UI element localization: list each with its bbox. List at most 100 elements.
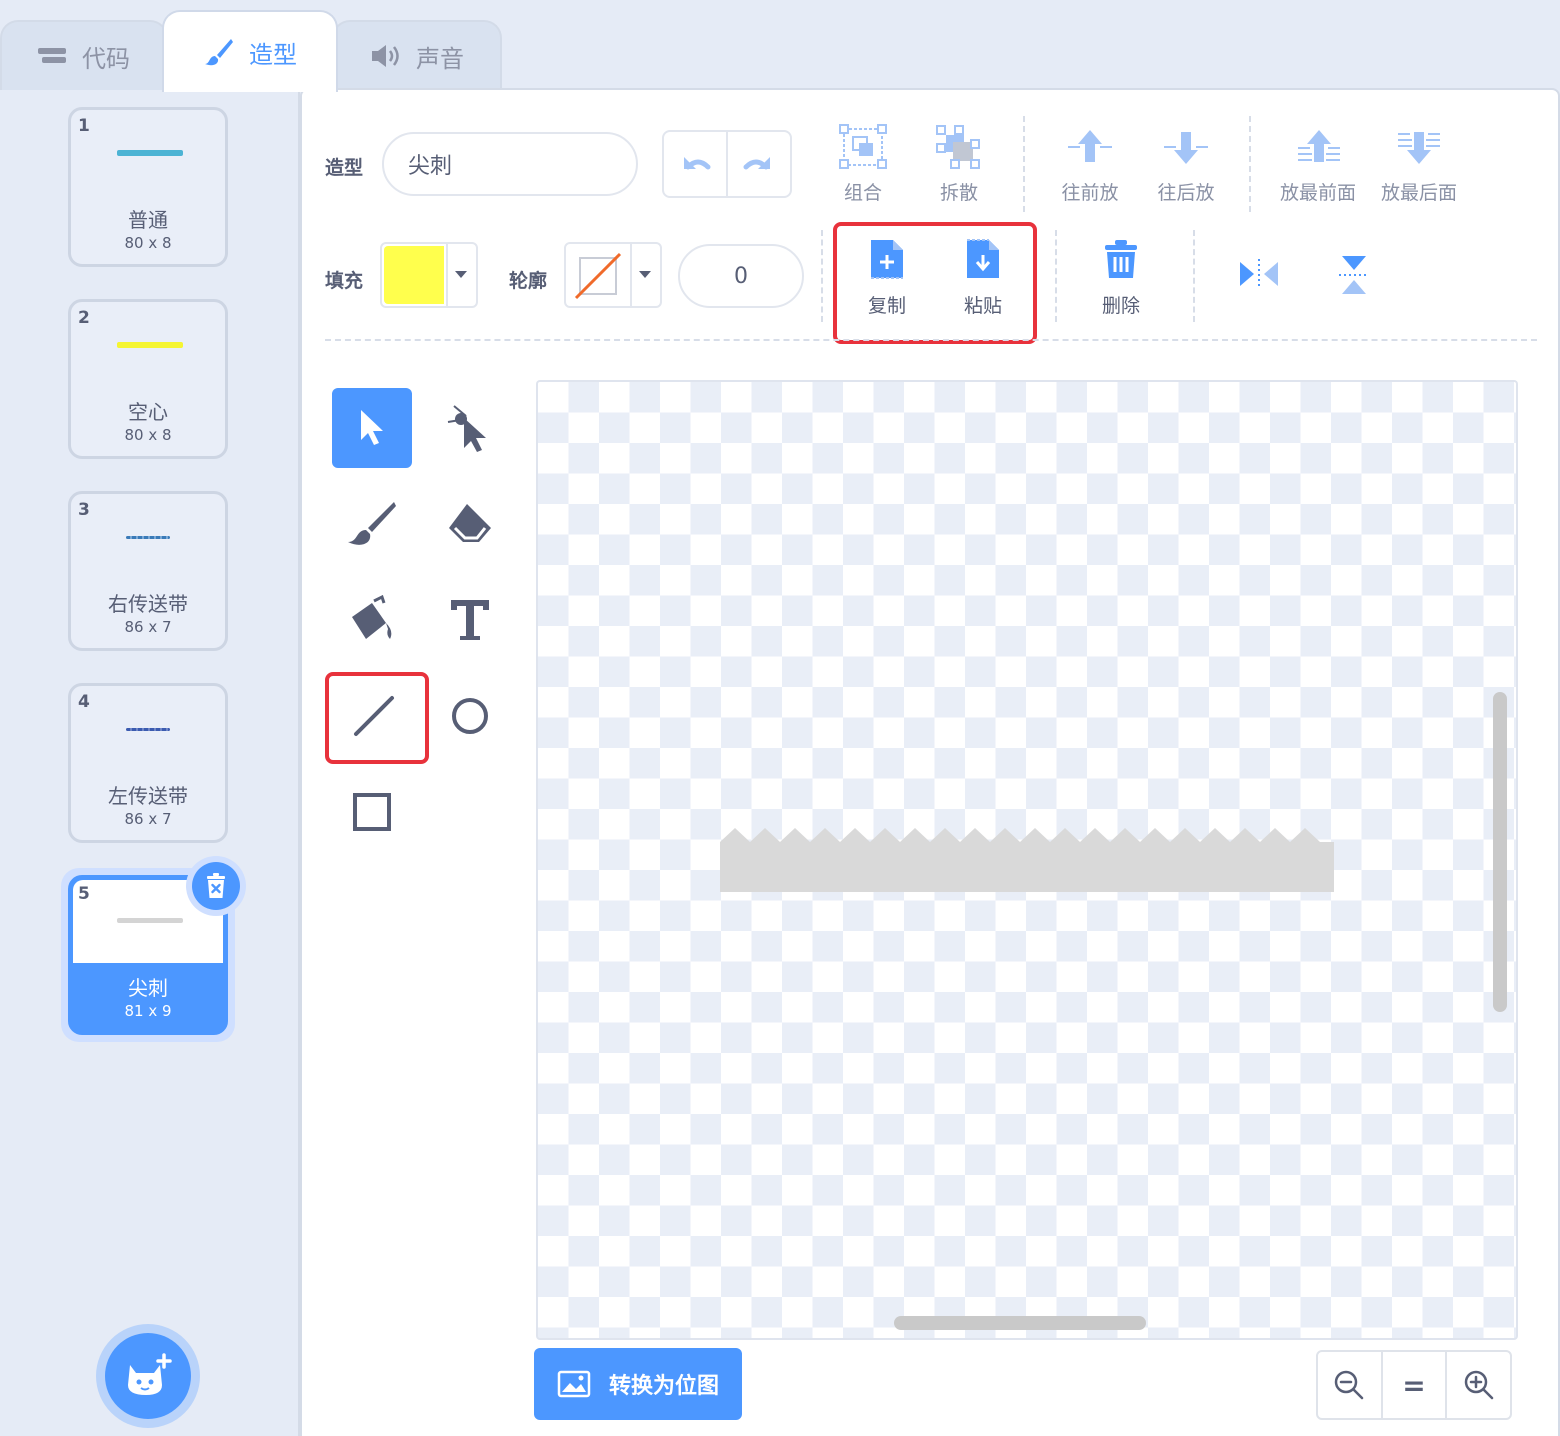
brush-icon	[348, 502, 396, 545]
costume-name: 左传送带	[108, 784, 188, 808]
tab-costumes-label: 造型	[249, 40, 297, 69]
chevron-down-icon	[639, 271, 651, 278]
redo-icon	[743, 157, 770, 170]
costume-item-2[interactable]: 2 空心 80 x 8	[68, 299, 228, 459]
horizontal-scrollbar[interactable]	[894, 1316, 1146, 1330]
select-tool[interactable]	[332, 388, 412, 468]
line-tool[interactable]	[334, 676, 414, 756]
copy-paste-highlight	[833, 222, 1037, 344]
rectangle-icon	[353, 793, 391, 831]
separator	[1023, 116, 1025, 212]
convert-to-bitmap-label: 转换为位图	[608, 1374, 719, 1399]
flip-vertical-button[interactable]	[1338, 254, 1370, 300]
eraser-icon	[449, 504, 491, 542]
costume-name: 右传送带	[108, 592, 188, 616]
circle-tool[interactable]	[430, 676, 510, 756]
trash-icon	[1105, 240, 1137, 278]
zoom-in-button[interactable]	[1447, 1352, 1510, 1418]
tab-costumes[interactable]: 造型	[162, 10, 338, 92]
trash-icon	[207, 873, 225, 898]
costume-name-input[interactable]	[382, 132, 638, 196]
costume-index: 1	[78, 116, 90, 136]
vertical-scrollbar[interactable]	[1493, 692, 1507, 1012]
cat-add-icon	[128, 1353, 172, 1395]
reshape-tool[interactable]	[430, 388, 510, 468]
undo-button[interactable]	[664, 132, 728, 196]
costume-name: 尖刺	[128, 976, 168, 1000]
undo-icon	[684, 157, 711, 170]
fill-label: 填充	[325, 270, 364, 292]
costume-name: 空心	[128, 400, 168, 424]
costume-thumbnail	[117, 150, 183, 156]
zoom-out-icon	[1335, 1370, 1364, 1400]
text-t-icon	[451, 600, 489, 640]
circle-icon	[452, 698, 488, 734]
fill-color-picker[interactable]	[380, 242, 478, 308]
arrow-top-icon	[1298, 130, 1340, 162]
drawing-canvas[interactable]	[536, 380, 1518, 1340]
group-label: 组合	[843, 182, 882, 204]
tab-sounds-label: 声音	[416, 44, 464, 73]
outline-width-input[interactable]	[678, 244, 804, 308]
costume-thumbnail	[117, 918, 183, 923]
costume-item-4[interactable]: 4 左传送带 86 x 7	[68, 683, 228, 843]
copy-label: 复制	[867, 295, 906, 317]
backward-label: 往后放	[1157, 182, 1215, 204]
paste-icon	[967, 239, 999, 278]
code-icon	[38, 48, 66, 63]
backward-button[interactable]	[1162, 128, 1210, 170]
arrow-bottom-icon	[1398, 132, 1440, 164]
copy-icon	[871, 240, 903, 279]
zoom-out-button[interactable]	[1318, 1352, 1383, 1418]
brush-tool[interactable]	[332, 484, 412, 564]
forward-label: 往前放	[1061, 182, 1119, 204]
paste-button[interactable]	[965, 238, 1001, 284]
costume-item-1[interactable]: 1 普通 80 x 8	[68, 107, 228, 267]
delete-label: 删除	[1101, 295, 1140, 317]
front-label: 放最前面	[1279, 182, 1356, 204]
undo-redo-group	[662, 130, 792, 198]
redo-button[interactable]	[728, 132, 790, 196]
outline-label: 轮廓	[509, 270, 548, 292]
brush-icon	[205, 39, 233, 66]
paint-bucket-icon	[352, 595, 392, 639]
front-button[interactable]	[1296, 128, 1342, 170]
delete-costume-button[interactable]	[186, 856, 246, 916]
forward-button[interactable]	[1066, 128, 1114, 170]
image-icon	[557, 1370, 591, 1398]
costume-thumbnail	[117, 342, 183, 348]
group-icon	[839, 124, 887, 169]
tab-code[interactable]: 代码	[0, 20, 168, 90]
tab-code-label: 代码	[82, 44, 130, 73]
outline-color-picker[interactable]	[564, 242, 662, 308]
arrow-down-icon	[1164, 132, 1208, 164]
costume-index: 4	[78, 692, 90, 712]
zoom-reset-button[interactable]: =	[1383, 1352, 1448, 1418]
costume-index: 3	[78, 500, 90, 520]
fill-tool[interactable]	[332, 580, 412, 660]
zoom-controls: =	[1316, 1350, 1512, 1420]
add-costume-button[interactable]	[96, 1324, 200, 1428]
ungroup-label: 拆散	[939, 182, 978, 204]
costume-item-3[interactable]: 3 右传送带 86 x 7	[68, 491, 228, 651]
group-button[interactable]	[838, 124, 888, 174]
tab-sounds[interactable]: 声音	[332, 20, 502, 90]
eraser-tool[interactable]	[430, 484, 510, 564]
copy-button[interactable]	[869, 238, 905, 284]
delete-button[interactable]	[1103, 240, 1139, 284]
costume-size: 81 x 9	[124, 1002, 172, 1020]
ungroup-button[interactable]	[935, 124, 981, 174]
costume-index: 5	[78, 884, 90, 904]
text-tool[interactable]	[430, 580, 510, 660]
chevron-down-icon	[455, 271, 467, 278]
rectangle-tool[interactable]	[332, 772, 412, 852]
costume-size: 86 x 7	[124, 810, 172, 828]
arrow-up-icon	[1068, 130, 1112, 162]
flip-vertical-icon	[1339, 256, 1369, 294]
separator	[1055, 230, 1057, 322]
flip-horizontal-button[interactable]	[1238, 258, 1280, 294]
back-button[interactable]	[1396, 128, 1442, 170]
convert-to-bitmap-button[interactable]: 转换为位图	[534, 1348, 742, 1420]
fill-color-swatch	[384, 246, 444, 304]
costume-size: 86 x 7	[124, 618, 172, 636]
